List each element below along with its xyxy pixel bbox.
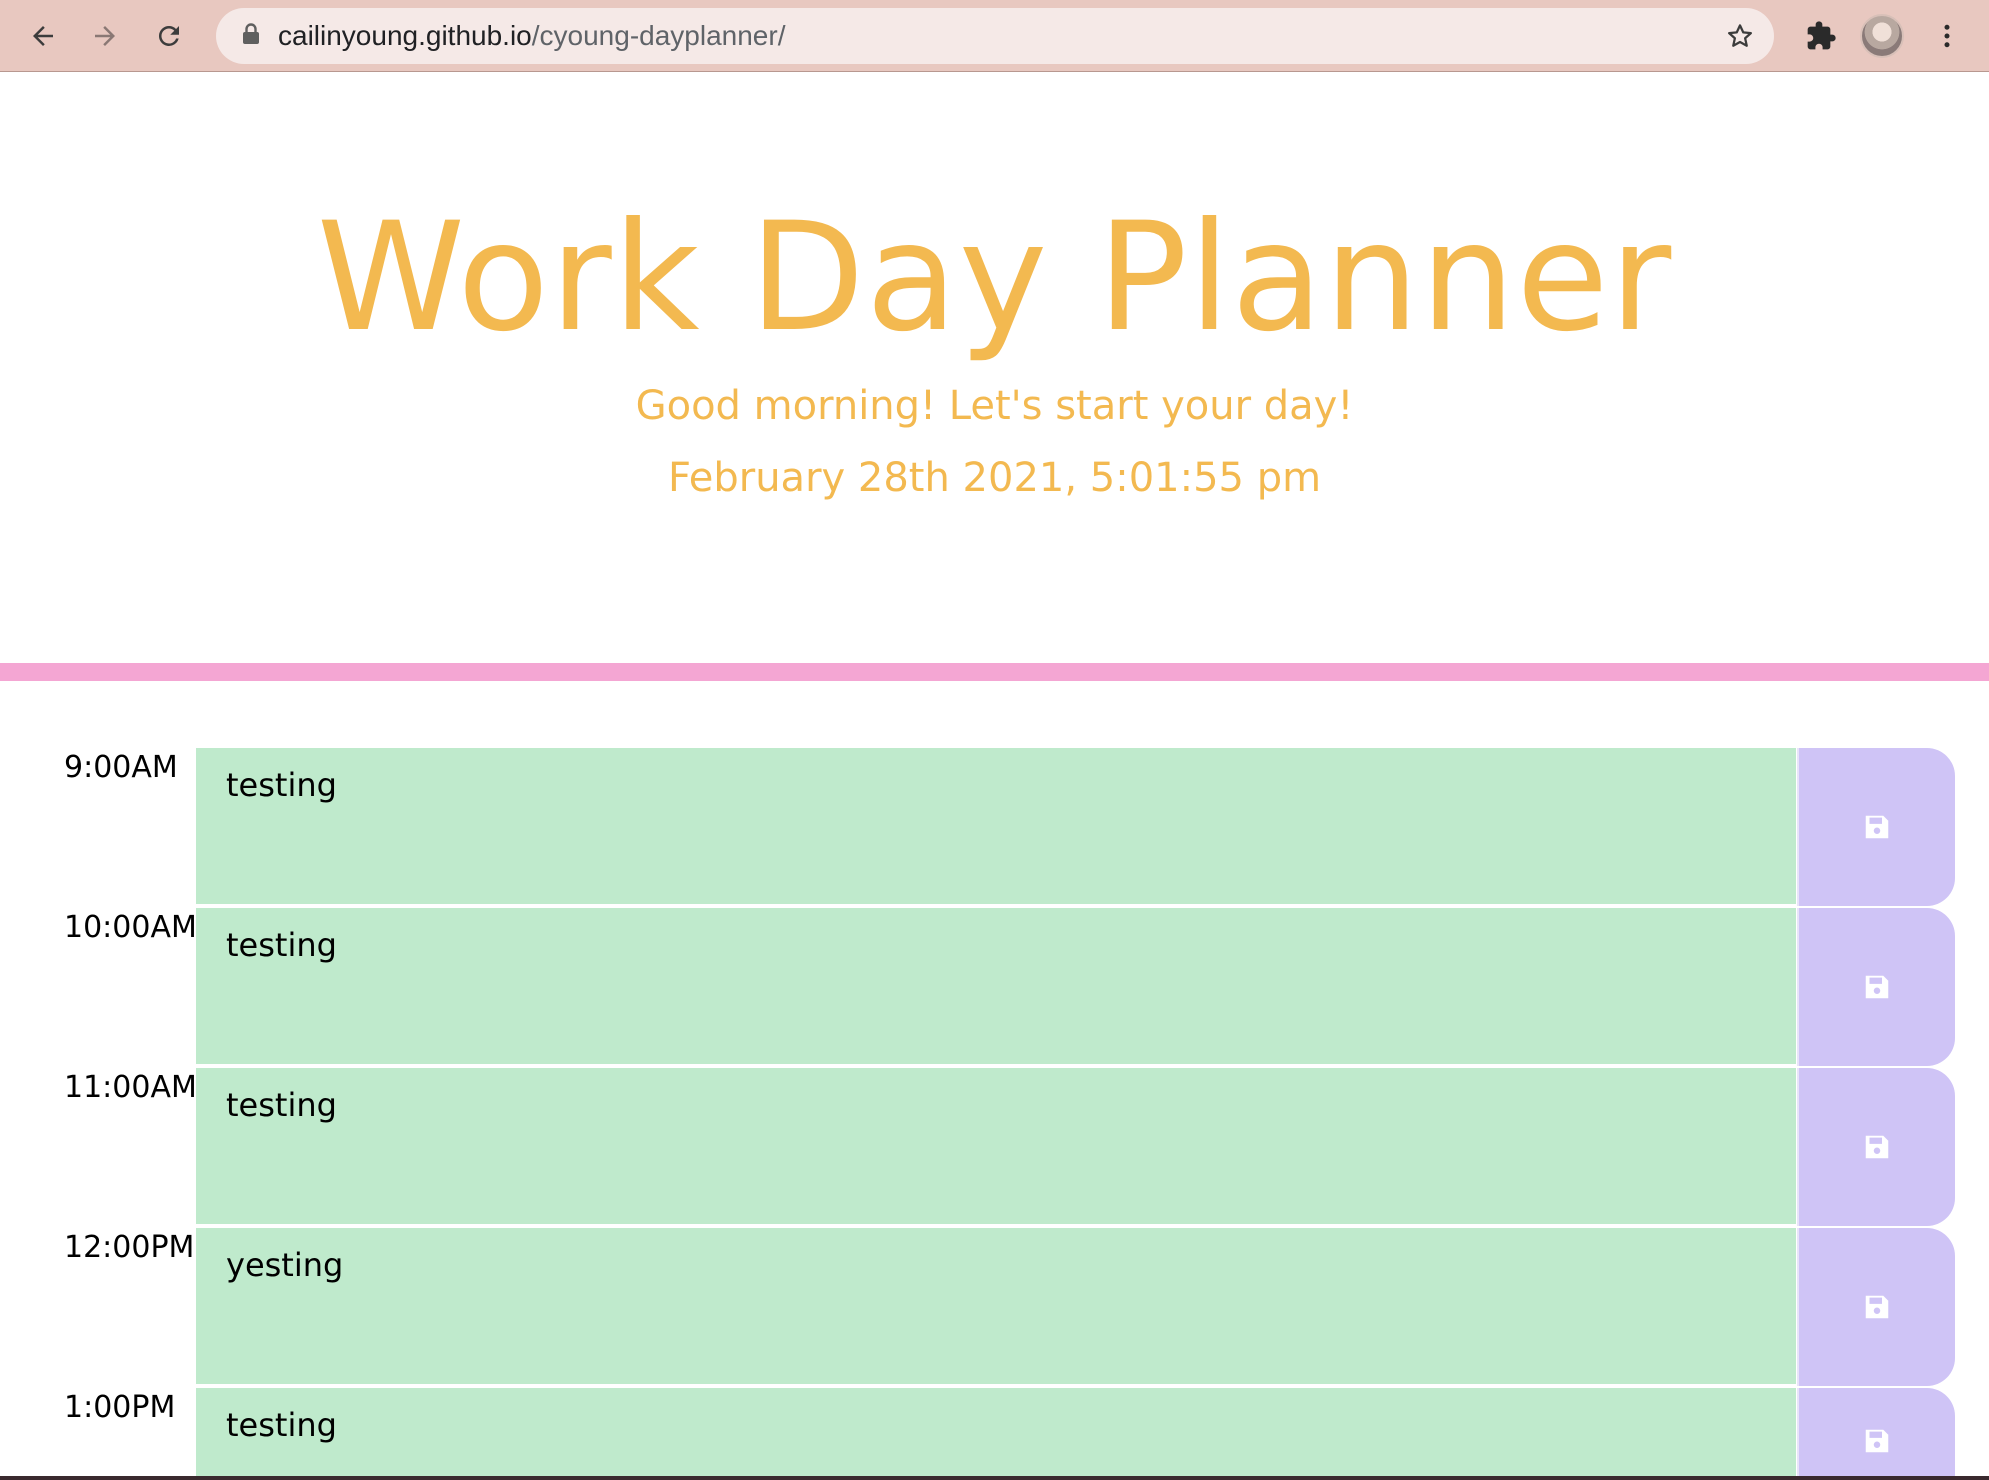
hour-label: 9:00AM xyxy=(64,750,178,785)
address-bar[interactable]: cailinyoung.github.io/cyoung-dayplanner/ xyxy=(216,8,1774,64)
reload-icon[interactable] xyxy=(145,12,193,60)
current-datetime: February 28th 2021, 5:01:55 pm xyxy=(667,455,1322,501)
time-block-row: 11:00AM testing xyxy=(0,1068,1989,1226)
event-description-input[interactable]: testing xyxy=(196,748,1796,906)
event-description-input[interactable]: testing xyxy=(196,1388,1796,1476)
header-divider xyxy=(0,663,1989,681)
more-vert-icon[interactable] xyxy=(1923,12,1971,60)
hour-label: 1:00PM xyxy=(64,1390,176,1425)
event-description-input[interactable]: testing xyxy=(196,1068,1796,1226)
url-host: cailinyoung.github.io xyxy=(278,20,532,51)
hour-label: 10:00AM xyxy=(64,910,197,945)
greeting-text: Good morning! Let's start your day! xyxy=(635,383,1354,429)
page-title: Work Day Planner xyxy=(316,191,1673,365)
save-button[interactable] xyxy=(1797,1388,1955,1476)
time-block-row: 12:00PM yesting xyxy=(0,1228,1989,1386)
time-block-row: 1:00PM testing xyxy=(0,1388,1989,1476)
forward-arrow-icon[interactable] xyxy=(81,12,129,60)
save-floppy-icon xyxy=(1865,975,1889,999)
jumbotron-header: Work Day Planner Good morning! Let's sta… xyxy=(0,73,1989,663)
profile-avatar[interactable] xyxy=(1860,14,1904,58)
time-block-row: 9:00AM testing xyxy=(0,748,1989,906)
puzzle-extension-icon[interactable] xyxy=(1797,12,1845,60)
save-floppy-icon xyxy=(1865,1295,1889,1319)
back-arrow-icon[interactable] xyxy=(19,12,67,60)
lock-icon xyxy=(242,23,260,49)
window-bottom-edge xyxy=(0,1476,1989,1480)
save-button[interactable] xyxy=(1797,1228,1955,1386)
save-button[interactable] xyxy=(1797,908,1955,1066)
time-block-row: 10:00AM testing xyxy=(0,908,1989,1066)
save-button[interactable] xyxy=(1797,1068,1955,1226)
url-path: /cyoung-dayplanner/ xyxy=(531,20,786,51)
event-description-input[interactable]: testing xyxy=(196,908,1796,1066)
browser-toolbar: cailinyoung.github.io/cyoung-dayplanner/ xyxy=(0,0,1989,72)
hour-label: 11:00AM xyxy=(64,1070,197,1105)
event-description-input[interactable]: yesting xyxy=(196,1228,1796,1386)
save-button[interactable] xyxy=(1797,748,1955,906)
save-floppy-icon xyxy=(1865,1135,1889,1159)
save-floppy-icon xyxy=(1865,1429,1889,1453)
star-icon[interactable] xyxy=(1720,16,1760,56)
hour-label: 12:00PM xyxy=(64,1230,195,1265)
save-floppy-icon xyxy=(1865,815,1889,839)
